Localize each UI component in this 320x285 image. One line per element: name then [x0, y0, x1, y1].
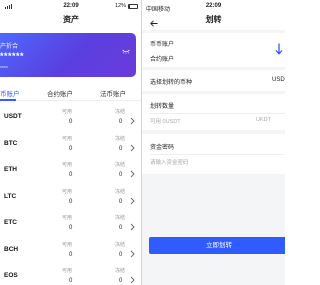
frozen-label: 冻结: [115, 215, 126, 221]
active-tab-indicator: [0, 99, 16, 101]
available-label: 可用: [62, 188, 73, 195]
available-value: 0: [69, 251, 73, 258]
coin-name: EOS: [4, 272, 18, 279]
coin-select-value: USD: [272, 77, 285, 83]
eye-hidden-icon[interactable]: [122, 41, 130, 59]
chevron-right-icon: [130, 165, 135, 183]
page-title: 资产: [63, 15, 79, 24]
coin-name: BTC: [4, 139, 18, 147]
coin-name: LTC: [4, 192, 17, 200]
frozen-value: 0: [119, 172, 123, 178]
available-label: 可用: [62, 215, 73, 221]
page-title: 划转: [205, 15, 222, 24]
available-value: 0: [69, 225, 73, 231]
coin-name: ETH: [4, 166, 17, 173]
chevron-right-icon: [130, 139, 135, 157]
chevron-right-icon: [130, 218, 135, 236]
available-value: 0: [69, 119, 73, 125]
account-direction: 币币账户 合约账户: [142, 33, 285, 67]
frozen-value: 0: [119, 225, 123, 231]
available-label: 可用: [62, 109, 73, 115]
available-value: 0: [69, 145, 73, 152]
frozen-value: 0: [119, 278, 123, 284]
transfer-screen: 中国移动 22:09 划转 币币账户 合约账户 选择划转的币种 USD 划转数量…: [142, 0, 285, 285]
frozen-value: 0: [119, 145, 123, 152]
coin-row[interactable]: ETC 可用 0 冻结 0: [0, 210, 142, 238]
swap-direction-icon[interactable]: [275, 42, 283, 60]
chevron-right-icon: [130, 245, 135, 263]
available-label: 可用: [62, 135, 73, 142]
transfer-submit-button[interactable]: 立即划转: [149, 237, 285, 254]
amount-input[interactable]: 可用 0USDT: [150, 117, 181, 125]
coin-name: ETC: [4, 219, 17, 226]
frozen-value: 0: [119, 119, 123, 125]
available-value: 0: [69, 278, 73, 284]
coin-row[interactable]: USDT 可用 0 冻结 0: [0, 104, 142, 132]
asset-sub-value: ****: [0, 66, 8, 72]
divider: [150, 113, 285, 114]
available-value: 0: [69, 198, 73, 205]
divider: [150, 154, 285, 155]
amount-label: 划转数量: [150, 104, 175, 110]
frozen-label: 冻结: [115, 188, 126, 195]
to-account-label: 合约账户: [150, 57, 175, 63]
available-value: 0: [69, 172, 73, 178]
battery-percent: 12%: [114, 3, 126, 9]
status-time: 22:09: [205, 3, 222, 9]
coin-name: BCH: [4, 245, 19, 253]
from-account-label: 币币账户: [150, 42, 175, 48]
available-label: 可用: [62, 268, 73, 274]
frozen-label: 冻结: [115, 241, 126, 248]
battery-icon: [128, 3, 138, 9]
chevron-right-icon: [130, 271, 135, 285]
asset-total-label: 产折合: [0, 44, 19, 50]
frozen-label: 冻结: [115, 135, 126, 142]
coin-select-row[interactable]: 选择划转的币种 USD: [142, 70, 285, 91]
coin-row[interactable]: EOS 可用 0 冻结 0: [0, 263, 142, 285]
password-input[interactable]: 请输入资金密码: [150, 158, 189, 166]
tab-coin-account[interactable]: 币账户: [0, 88, 20, 98]
coin-row[interactable]: LTC 可用 0 冻结 0: [0, 184, 142, 212]
available-label: 可用: [62, 162, 73, 168]
coin-row[interactable]: BCH 可用 0 冻结 0: [0, 237, 142, 265]
account-tabs: 币账户 合约账户 法币账户: [0, 85, 142, 101]
coin-row[interactable]: ETH 可用 0 冻结 0: [0, 157, 142, 185]
password-label: 资金密码: [150, 145, 175, 151]
amount-unit: UKDT: [256, 117, 271, 123]
frozen-label: 冻结: [115, 162, 126, 168]
asset-total-value: ******: [0, 51, 25, 61]
available-label: 可用: [62, 241, 73, 248]
chevron-right-icon: [130, 112, 135, 130]
tab-fiat-account[interactable]: 法币账户: [100, 88, 126, 98]
frozen-value: 0: [119, 251, 123, 258]
coin-name: USDT: [4, 113, 22, 120]
coin-row[interactable]: BTC 可用 0 冻结 0: [0, 131, 142, 159]
amount-section: 划转数量 可用 0USDT UKDT: [142, 94, 285, 130]
frozen-label: 冻结: [115, 268, 126, 274]
asset-summary-card: 产折合 ****** ****: [0, 33, 136, 77]
chevron-right-icon: [130, 192, 135, 210]
coin-select-label: 选择划转的币种: [150, 80, 193, 86]
frozen-value: 0: [119, 198, 123, 205]
password-section: 资金密码 请输入资金密码: [142, 134, 285, 174]
tab-contract-account[interactable]: 合约账户: [47, 88, 73, 98]
frozen-label: 冻结: [115, 109, 126, 115]
assets-screen: 22:09 12% 资产 产折合 ****** **** 币账户 合约账户 法币…: [0, 0, 142, 285]
